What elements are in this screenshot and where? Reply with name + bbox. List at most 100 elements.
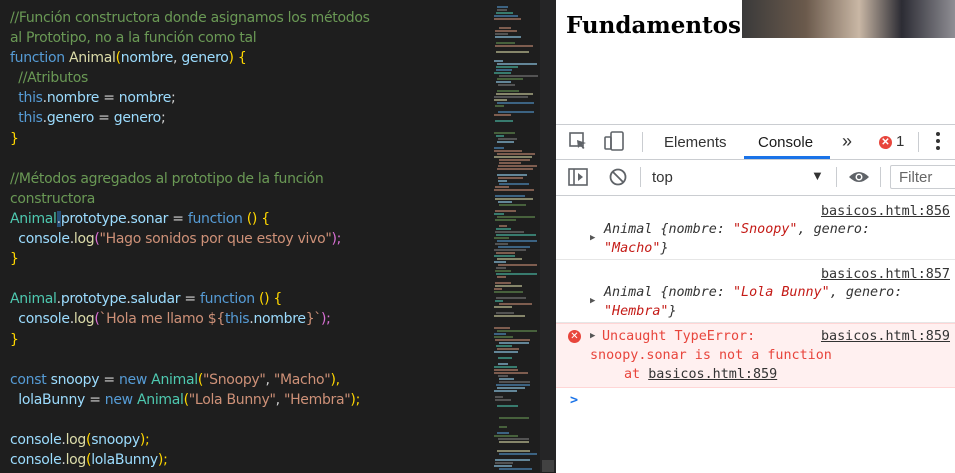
chevron-down-icon[interactable]: ▼: [811, 168, 824, 183]
code-token: genero: [113, 110, 162, 127]
code-line[interactable]: //Atributos: [10, 68, 370, 88]
minimap-stroke: [495, 33, 508, 35]
minimap-stroke: [494, 15, 518, 17]
expand-triangle-icon[interactable]: ▶: [590, 233, 595, 243]
minimap-stroke: [494, 132, 515, 134]
source-link[interactable]: basicos.html:857: [821, 267, 950, 282]
clear-console-icon[interactable]: [608, 167, 628, 192]
minimap-stroke: [497, 432, 509, 434]
minimap-stroke: [494, 315, 525, 317]
toolbar-separator: [640, 167, 641, 187]
minimap-stroke: [498, 165, 537, 167]
sidebar-toggle-icon[interactable]: [568, 167, 588, 192]
tab-console[interactable]: Console: [758, 134, 813, 151]
code-line[interactable]: this.nombre = nombre;: [10, 88, 370, 108]
live-expression-icon[interactable]: [848, 167, 870, 192]
code-token: console: [10, 311, 70, 328]
minimap-stroke: [495, 198, 533, 200]
device-toolbar-icon[interactable]: [604, 131, 626, 156]
kebab-menu-icon[interactable]: [934, 130, 942, 157]
code-text[interactable]: //Función constructora donde asignamos l…: [10, 8, 370, 470]
expand-triangle-icon[interactable]: ▶: [590, 331, 595, 341]
editor-scrollbar[interactable]: [540, 0, 556, 472]
code-line[interactable]: Animal.prototype.saludar = function () {: [10, 289, 370, 309]
object-type: Animal {: [604, 222, 669, 237]
code-token: Animal: [136, 391, 184, 408]
code-line[interactable]: }: [10, 249, 370, 269]
context-selector[interactable]: top: [652, 169, 673, 186]
inspect-element-icon[interactable]: [568, 131, 588, 156]
minimap-stroke: [499, 378, 514, 380]
minimap-stroke: [494, 291, 523, 293]
minimap-stroke: [495, 399, 511, 401]
code-token: al Prototipo, no a la función como tal: [10, 30, 257, 47]
console-toolbar: top ▼ Filter: [556, 160, 955, 196]
filter-input[interactable]: Filter: [890, 165, 955, 189]
minimap-stroke: [498, 177, 523, 179]
code-line[interactable]: constructora: [10, 189, 370, 209]
code-line[interactable]: //Función constructora donde asignamos l…: [10, 8, 370, 28]
minimap-stroke: [496, 297, 526, 299]
code-token: prototype: [60, 291, 127, 308]
code-line[interactable]: function Animal(nombre, genero) {: [10, 48, 370, 68]
code-line[interactable]: lolaBunny = new Animal("Lola Bunny", "He…: [10, 390, 370, 410]
code-line[interactable]: console.log(`Hola me llamo ${this.nombre…: [10, 309, 370, 329]
expand-triangle-icon[interactable]: ▶: [590, 296, 595, 306]
code-line[interactable]: console.log("Hago sonidos por que estoy …: [10, 229, 370, 249]
code-line[interactable]: [10, 269, 370, 289]
source-link[interactable]: basicos.html:859: [821, 329, 950, 344]
minimap-stroke: [495, 105, 504, 107]
code-line[interactable]: }: [10, 129, 370, 149]
stack-link[interactable]: basicos.html:859: [648, 367, 777, 382]
code-token: snoopy: [91, 431, 140, 448]
object-close: }: [660, 241, 669, 256]
minimap-stroke: [494, 288, 502, 290]
object-preview[interactable]: Animal {nombre: "Lola Bunny", genero:: [604, 285, 902, 300]
active-tab-indicator: [744, 156, 830, 159]
minimap-stroke: [496, 81, 511, 83]
console-prompt[interactable]: >: [570, 393, 578, 408]
minimap-stroke: [498, 84, 515, 86]
minimap-stroke: [497, 78, 523, 80]
code-token: //Atributos: [10, 70, 89, 87]
more-tabs-button[interactable]: »: [842, 131, 852, 152]
error-counter[interactable]: ✕ 1: [879, 133, 904, 150]
code-line[interactable]: //Métodos agregados al prototipo de la f…: [10, 169, 370, 189]
code-line[interactable]: [10, 350, 370, 370]
minimap-stroke: [497, 6, 508, 8]
minimap-stroke: [495, 396, 503, 398]
code-token: saludar: [130, 291, 181, 308]
devtools-tabbar: Elements Console » ✕ 1: [556, 125, 955, 160]
tab-elements[interactable]: Elements: [664, 134, 727, 151]
object-preview-cont[interactable]: "Hembra"}: [604, 304, 677, 319]
code-line[interactable]: const snoopy = new Animal("Snoopy", "Mac…: [10, 370, 370, 390]
code-token: ) {: [228, 50, 247, 67]
console-message: basicos.html:856 ▶ Animal {nombre: "Snoo…: [556, 196, 955, 260]
minimap-stroke: [497, 348, 519, 350]
code-line[interactable]: console.log(lolaBunny);: [10, 450, 370, 470]
object-preview-cont[interactable]: "Macho"}: [604, 241, 669, 256]
code-line[interactable]: Animal.prototype.sonar = function () {: [10, 209, 370, 229]
object-preview[interactable]: Animal {nombre: "Snoopy", genero:: [604, 222, 870, 237]
code-line[interactable]: al Prototipo, no a la función como tal: [10, 28, 370, 48]
minimap-stroke: [494, 333, 506, 335]
code-line[interactable]: [10, 149, 370, 169]
code-token: Animal: [151, 371, 198, 388]
minimap-stroke: [494, 369, 518, 371]
code-editor[interactable]: //Función constructora donde asignamos l…: [0, 0, 490, 472]
source-link[interactable]: basicos.html:856: [821, 204, 950, 219]
code-line[interactable]: }: [10, 330, 370, 350]
code-token: console: [10, 452, 62, 469]
code-token: ,: [275, 391, 284, 408]
toolbar-separator: [880, 167, 881, 187]
minimap-stroke: [498, 264, 537, 266]
code-line[interactable]: this.genero = genero;: [10, 108, 370, 128]
minimap-stroke: [494, 96, 528, 98]
minimap-stroke: [496, 135, 504, 137]
code-line[interactable]: console.log(snoopy);: [10, 430, 370, 450]
scrollbar-thumb[interactable]: [542, 460, 554, 472]
editor-minimap[interactable]: [490, 0, 540, 472]
minimap-stroke: [494, 306, 512, 308]
code-token: new: [104, 391, 137, 408]
code-line[interactable]: [10, 410, 370, 430]
